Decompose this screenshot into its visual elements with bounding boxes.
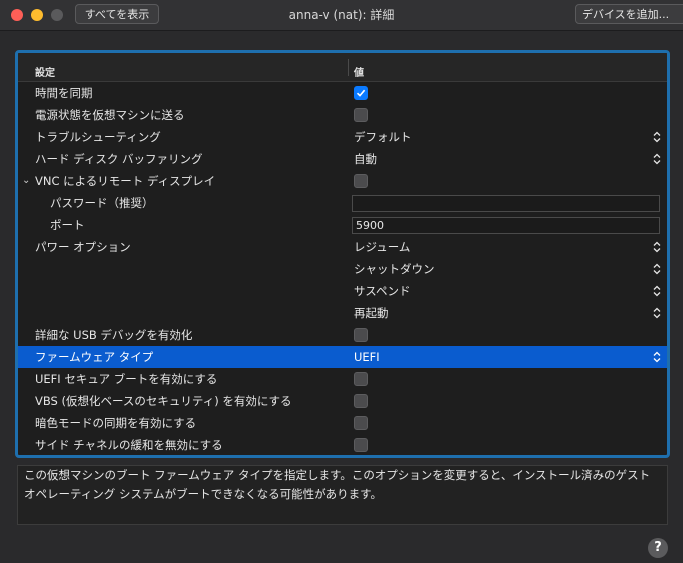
table-row[interactable]: ファームウェア タイプ UEFI: [18, 346, 667, 368]
popup-value[interactable]: デフォルト: [354, 126, 412, 148]
row-label: パスワード（推奨）: [50, 196, 154, 210]
show-all-button[interactable]: すべてを表示: [75, 4, 159, 24]
table-row[interactable]: ハード ディスク バッファリング 自動: [18, 148, 667, 170]
table-row[interactable]: トラブルシューティング デフォルト: [18, 126, 667, 148]
popup-value[interactable]: サスペンド: [354, 280, 410, 302]
table-row[interactable]: パスワード（推奨）: [18, 192, 667, 214]
table-row[interactable]: 電源状態を仮想マシンに送る: [18, 104, 667, 126]
row-label: パワー オプション: [35, 240, 131, 254]
popup-stepper-icon[interactable]: [653, 307, 661, 319]
table-row[interactable]: VBS (仮想化ベースのセキュリティ) を有効にする: [18, 390, 667, 412]
popup-value[interactable]: UEFI: [354, 346, 380, 368]
close-window-button[interactable]: [11, 9, 23, 21]
table-row[interactable]: ⌄ VNC によるリモート ディスプレイ: [18, 170, 667, 192]
text-field[interactable]: [352, 195, 660, 212]
row-label: 暗色モードの同期を有効にする: [35, 416, 197, 430]
table-row[interactable]: UEFI セキュア ブートを有効にする: [18, 368, 667, 390]
text-field[interactable]: 5900: [352, 217, 660, 234]
popup-stepper-icon[interactable]: [653, 285, 661, 297]
row-label: サイド チャネルの緩和を無効にする: [35, 438, 223, 452]
row-checkbox[interactable]: [354, 438, 368, 452]
table-row[interactable]: サイド チャネルの緩和を無効にする: [18, 434, 667, 455]
row-label: 時間を同期: [35, 86, 93, 100]
settings-table[interactable]: 設定 値 時間を同期 電源状態を仮想マシンに送る トラブルシューティング デフォルトハ…: [15, 50, 670, 458]
column-header-setting[interactable]: 設定: [35, 64, 55, 79]
table-row[interactable]: シャットダウン: [18, 258, 667, 280]
row-checkbox[interactable]: [354, 416, 368, 430]
column-divider: [348, 59, 349, 76]
table-row[interactable]: 詳細な USB デバッグを有効化: [18, 324, 667, 346]
row-label: ファームウェア タイプ: [35, 350, 154, 364]
add-device-button[interactable]: デバイスを追加...: [575, 4, 683, 24]
row-label: 電源状態を仮想マシンに送る: [35, 108, 185, 122]
table-row[interactable]: パワー オプション レジューム: [18, 236, 667, 258]
row-label: 詳細な USB デバッグを有効化: [35, 328, 193, 342]
row-checkbox[interactable]: [354, 174, 368, 188]
row-label: UEFI セキュア ブートを有効にする: [35, 372, 218, 386]
row-checkbox[interactable]: [354, 108, 368, 122]
row-checkbox[interactable]: [354, 328, 368, 342]
table-row[interactable]: サスペンド: [18, 280, 667, 302]
popup-value[interactable]: シャットダウン: [354, 258, 435, 280]
minimize-window-button[interactable]: [31, 9, 43, 21]
popup-stepper-icon[interactable]: [653, 241, 661, 253]
table-row[interactable]: ポート 5900: [18, 214, 667, 236]
row-label: ポート: [50, 218, 85, 232]
popup-value[interactable]: 再起動: [354, 302, 389, 324]
popup-value[interactable]: 自動: [354, 148, 377, 170]
table-row[interactable]: 時間を同期: [18, 82, 667, 104]
popup-stepper-icon[interactable]: [653, 131, 661, 143]
table-rows: 時間を同期 電源状態を仮想マシンに送る トラブルシューティング デフォルト ハード ディ…: [18, 82, 667, 455]
popup-stepper-icon[interactable]: [653, 263, 661, 275]
row-label: トラブルシューティング: [35, 130, 161, 144]
table-row[interactable]: 再起動: [18, 302, 667, 324]
column-header-value[interactable]: 値: [354, 64, 364, 79]
row-checkbox[interactable]: [354, 394, 368, 408]
description-text: この仮想マシンのブート ファームウェア タイプを指定します。このオプションを変更…: [17, 465, 668, 525]
row-label: ハード ディスク バッファリング: [35, 152, 203, 166]
disclosure-chevron-icon[interactable]: ⌄: [22, 170, 30, 192]
popup-stepper-icon[interactable]: [653, 351, 661, 363]
row-label: VBS (仮想化ベースのセキュリティ) を有効にする: [35, 394, 292, 408]
title-bar: すべてを表示 anna-v (nat): 詳細 デバイスを追加...: [0, 0, 683, 31]
row-checkbox[interactable]: [354, 86, 368, 100]
table-row[interactable]: 暗色モードの同期を有効にする: [18, 412, 667, 434]
help-button[interactable]: ?: [648, 538, 668, 558]
table-header: 設定 値: [18, 53, 667, 82]
row-label: VNC によるリモート ディスプレイ: [35, 174, 216, 188]
zoom-window-button[interactable]: [51, 9, 63, 21]
popup-value[interactable]: レジューム: [354, 236, 410, 258]
popup-stepper-icon[interactable]: [653, 153, 661, 165]
row-checkbox[interactable]: [354, 372, 368, 386]
